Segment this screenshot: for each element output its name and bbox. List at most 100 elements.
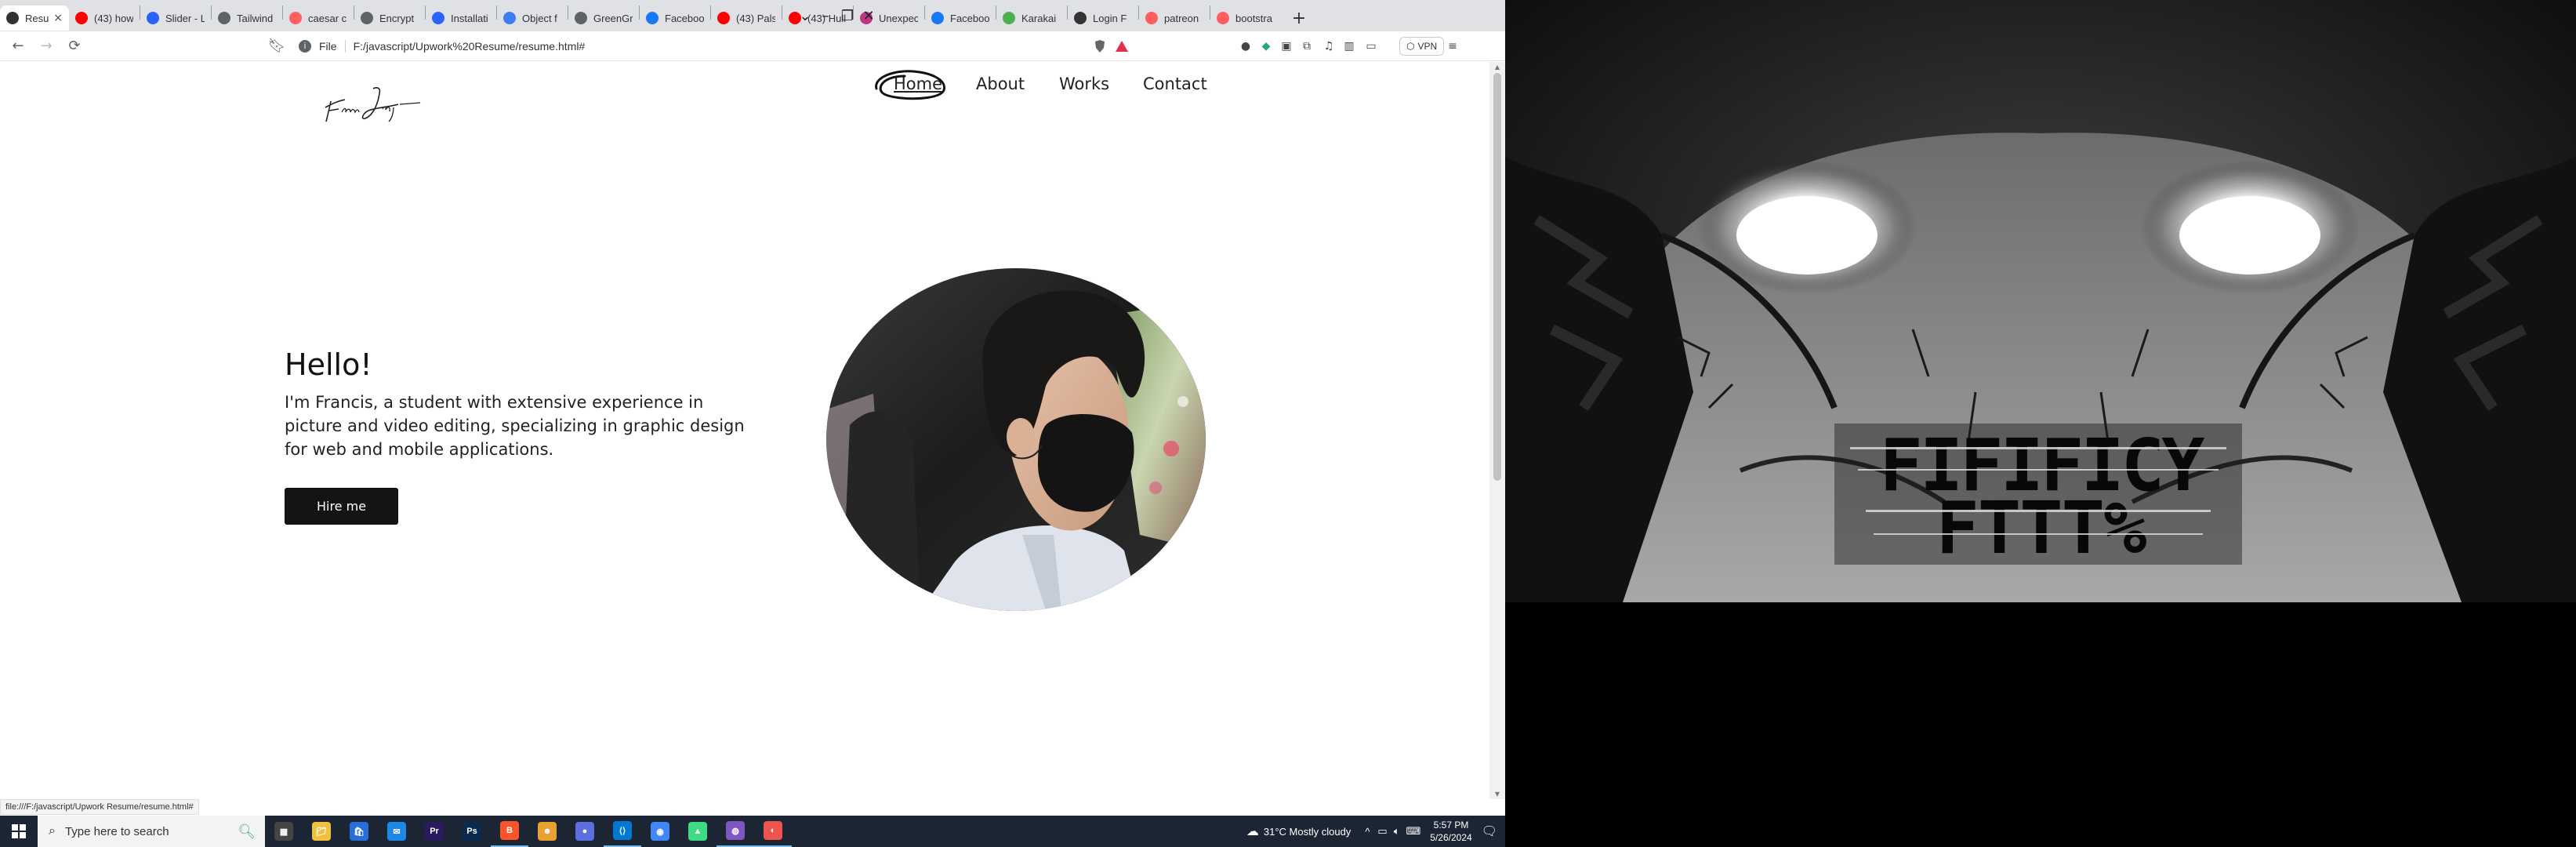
nav-contact-link[interactable]: Contact <box>1143 75 1207 93</box>
start-button[interactable] <box>0 816 38 847</box>
bookmark-icon[interactable]: 🔖︎ <box>267 36 287 56</box>
taskbar-app-vs-code[interactable]: ⟨⟩ <box>604 816 641 847</box>
browser-tab[interactable]: Karakai <box>996 5 1067 31</box>
volume-icon[interactable]: 🔈︎ <box>1394 825 1400 838</box>
nav-about-link[interactable]: About <box>976 75 1025 93</box>
taskbar-app-browser[interactable]: ◍ <box>717 816 754 847</box>
close-window-button[interactable]: ✕ <box>851 0 887 31</box>
taskbar-app-file-explorer[interactable]: 📁︎ <box>303 816 340 847</box>
browser-tab[interactable]: Login F <box>1068 5 1138 31</box>
wallet-icon[interactable]: ▭ <box>1362 38 1380 55</box>
sidebar-icon[interactable]: ▥ <box>1341 38 1358 55</box>
browser-tab[interactable]: Resu × <box>0 5 69 31</box>
scroll-up-arrow-icon[interactable]: ▲ <box>1493 64 1501 71</box>
taskbar-app-game[interactable]: ☻ <box>528 816 566 847</box>
site-info-icon[interactable]: i <box>299 40 311 53</box>
back-button[interactable]: ← <box>8 36 28 56</box>
taskbar-search-placeholder: Type here to search <box>64 824 169 838</box>
taskbar-app-microsoft-store[interactable]: 🛍︎ <box>340 816 378 847</box>
keyboard-icon[interactable]: ⌨ <box>1406 825 1421 838</box>
extension-icon-1[interactable]: ● <box>1237 38 1254 55</box>
nav-works-link[interactable]: Works <box>1059 75 1109 93</box>
glitch-text-line-2: FTTT% <box>1936 486 2147 570</box>
address-separator <box>344 40 346 53</box>
windows-taskbar: ⌕ Type here to search 🔍︎ ▦ 📁︎ 🛍︎ ✉ Pr Ps B ☻ ● ⟨⟩… <box>0 816 1505 847</box>
taskbar-app-brave[interactable]: B <box>491 816 528 847</box>
browser-tab[interactable]: (43) how <box>69 5 140 31</box>
extension-icon-2[interactable]: ◆ <box>1257 38 1275 55</box>
tab-favicon-icon <box>1003 12 1015 24</box>
tray-overflow-chevron-icon[interactable]: ^ <box>1365 826 1370 838</box>
extensions-puzzle-icon[interactable]: ⧉ <box>1298 38 1315 55</box>
anime-wallpaper: FIFIFICY FTTT% <box>1505 0 2576 602</box>
tab-label: Karakai <box>1021 12 1057 24</box>
browser-tab[interactable]: (43) Pals <box>711 5 782 31</box>
tab-favicon-icon <box>6 12 19 24</box>
page-scrollbar[interactable]: ▲ ▼ <box>1489 62 1505 799</box>
taskbar-app-brave-beta[interactable]: ● <box>566 816 604 847</box>
brave-shield-icon[interactable] <box>1091 38 1108 55</box>
chrome-icon: ◉ <box>651 822 669 841</box>
system-tray: ☁ 31°C Mostly cloudy ^ ▭ 🔈︎ ⌨ 5:57 PM 5/… <box>1246 816 1505 847</box>
address-prefix: File <box>319 40 337 53</box>
weather-text[interactable]: 31°C Mostly cloudy <box>1264 826 1351 838</box>
task-view-icon: ▦ <box>274 822 293 841</box>
nav-home-link[interactable]: Home <box>894 75 942 93</box>
taskbar-app-photoshop[interactable]: Ps <box>453 816 491 847</box>
network-icon[interactable]: ▭ <box>1377 825 1387 838</box>
main-monitor: Resu × (43) how Slider - L Tailwind caesar ci… <box>0 0 1505 847</box>
menu-icon[interactable]: ≡ <box>1444 38 1461 55</box>
browser-tab[interactable]: GreenGr <box>568 5 639 31</box>
extension-icon-3[interactable]: ▣ <box>1278 38 1295 55</box>
tab-favicon-icon <box>1074 12 1087 24</box>
browser-tab[interactable]: patreon <box>1139 5 1210 31</box>
browser-tab[interactable]: Tailwind <box>212 5 282 31</box>
vs-code-icon: ⟨⟩ <box>613 821 632 840</box>
mail-icon: ✉ <box>387 822 406 841</box>
hire-me-button[interactable]: Hire me <box>285 488 398 525</box>
tab-favicon-icon <box>717 12 730 24</box>
forward-button[interactable]: → <box>36 36 56 56</box>
tab-favicon-icon <box>1145 12 1158 24</box>
brave-rewards-icon[interactable] <box>1113 38 1130 55</box>
taskbar-app-browser-nightly[interactable]: ◐ <box>754 816 792 847</box>
secondary-monitor: FIFIFICY FTTT% <box>1505 0 2576 847</box>
browser-tab[interactable]: caesar ci <box>283 5 354 31</box>
media-icon[interactable]: ♫ <box>1320 38 1337 55</box>
browser-tab[interactable]: Encrypt <box>354 5 425 31</box>
scroll-down-arrow-icon[interactable]: ▼ <box>1493 791 1501 798</box>
hero-intro: I'm Francis, a student with extensive ex… <box>285 393 745 459</box>
tab-label: Tailwind <box>237 12 274 24</box>
browser-tab[interactable]: bootstra <box>1210 5 1281 31</box>
taskbar-search[interactable]: ⌕ Type here to search 🔍︎ <box>38 816 265 847</box>
browser-tab[interactable]: Facebook <box>925 5 996 31</box>
tab-label: bootstra <box>1235 12 1272 24</box>
tab-favicon-icon <box>218 12 230 24</box>
signature-logo[interactable] <box>321 78 423 125</box>
browser-tab[interactable]: Installati <box>426 5 496 31</box>
close-tab-icon[interactable]: × <box>53 12 63 24</box>
reload-button[interactable]: ⟳ <box>64 36 85 56</box>
vpn-button[interactable]: ⬡ VPN <box>1399 37 1445 56</box>
taskbar-app-mail[interactable]: ✉ <box>378 816 415 847</box>
browser-icon: ◍ <box>726 821 745 840</box>
taskbar-app-chrome[interactable]: ◉ <box>641 816 679 847</box>
premiere-pro-icon: Pr <box>425 822 444 841</box>
taskbar-app-premiere-pro[interactable]: Pr <box>415 816 453 847</box>
weather-icon: ☁ <box>1246 825 1259 838</box>
clock[interactable]: 5:57 PM 5/26/2024 <box>1430 819 1471 844</box>
browser-tab[interactable]: Object f <box>497 5 568 31</box>
notifications-icon[interactable]: 🗨︎ <box>1482 823 1497 839</box>
browser-tab[interactable]: Facebook <box>640 5 710 31</box>
tab-label: Encrypt <box>379 12 415 24</box>
brave-icon: B <box>500 821 519 840</box>
scrollbar-thumb[interactable] <box>1493 73 1501 481</box>
tab-label: Slider - L <box>165 12 205 24</box>
android-studio-icon: ▲ <box>688 822 707 841</box>
taskbar-app-android-studio[interactable]: ▲ <box>679 816 717 847</box>
webpage: Home About Works Contact Hello! I'm Fran… <box>0 62 1489 799</box>
browser-tab[interactable]: Slider - L <box>140 5 211 31</box>
address-bar[interactable]: i File F:/javascript/Upwork%20Resume/res… <box>294 35 1086 57</box>
new-tab-button[interactable]: + <box>1287 6 1311 30</box>
taskbar-app-task-view[interactable]: ▦ <box>265 816 303 847</box>
